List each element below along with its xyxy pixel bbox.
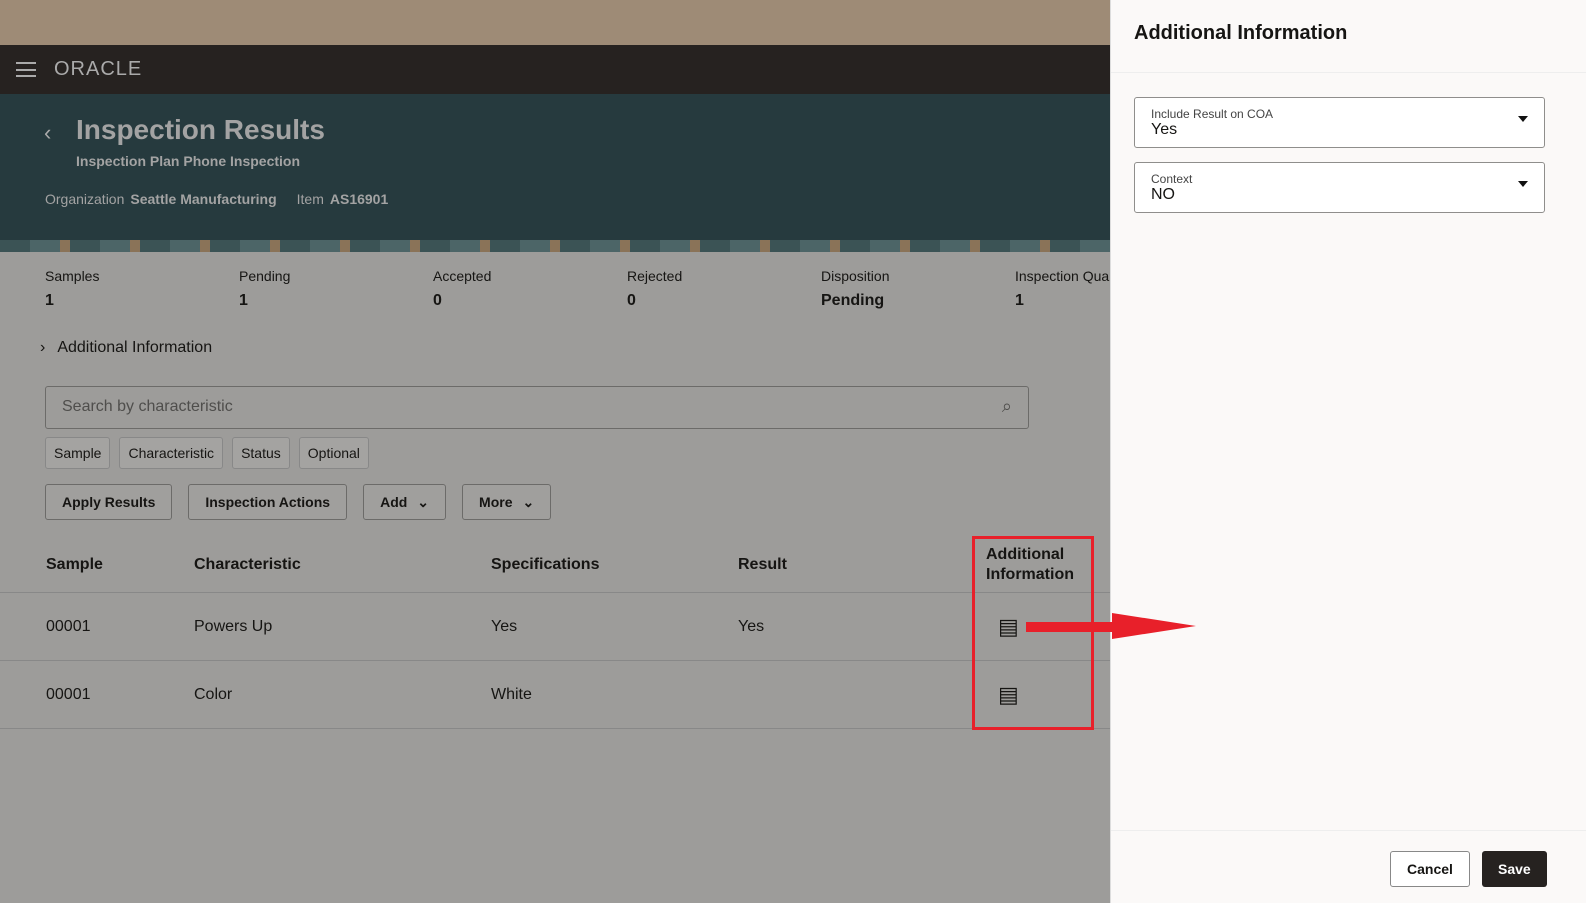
dropdown-caret-icon — [1518, 181, 1528, 192]
item-label: Item — [296, 191, 324, 207]
decorative-strip — [0, 240, 1110, 252]
org-label: Organization — [45, 191, 125, 207]
dropdown-caret-icon — [1518, 116, 1528, 127]
results-table: Sample Characteristic Specifications Res… — [0, 538, 1110, 729]
top-bar: ORACLE — [0, 45, 1110, 94]
include-result-on-coa-select[interactable]: Include Result on COA Yes — [1134, 97, 1545, 148]
col-result: Result — [738, 556, 787, 573]
hamburger-menu-icon[interactable] — [16, 62, 36, 77]
drawer-title: Additional Information — [1111, 0, 1586, 73]
table-header: Sample Characteristic Specifications Res… — [0, 538, 1110, 593]
cancel-button[interactable]: Cancel — [1390, 851, 1470, 887]
stat-pending: Pending 1 — [239, 268, 291, 309]
col-specifications: Specifications — [491, 556, 600, 573]
filter-characteristic[interactable]: Characteristic — [119, 437, 224, 469]
item-value: AS16901 — [329, 191, 389, 207]
filter-chips: Sample Characteristic Status Optional — [45, 437, 369, 469]
chevron-down-icon: ⌄ — [522, 493, 535, 510]
filter-sample[interactable]: Sample — [45, 437, 111, 469]
page-header: ‹ Inspection Results Inspection Plan Pho… — [0, 94, 1110, 252]
search-input[interactable]: Search by characteristic ⌕ — [45, 386, 1029, 429]
search-icon[interactable]: ⌕ — [1002, 396, 1012, 417]
chevron-down-icon: ⌄ — [417, 493, 430, 510]
filter-optional[interactable]: Optional — [298, 437, 369, 469]
stats: Samples 1 Pending 1 Accepted 0 Rejected 0 Di… — [45, 268, 1111, 310]
col-characteristic: Characteristic — [194, 556, 301, 573]
drawer-footer: Cancel Save — [1111, 830, 1586, 903]
filter-status[interactable]: Status — [232, 437, 290, 469]
back-icon[interactable]: ‹ — [44, 120, 51, 146]
inspection-actions-button[interactable]: Inspection Actions — [188, 484, 348, 520]
stat-samples: Samples 1 — [45, 268, 100, 309]
stat-rejected: Rejected 0 — [627, 268, 683, 309]
oracle-logo: ORACLE — [54, 58, 143, 80]
context-select[interactable]: Context NO — [1134, 162, 1545, 213]
banner — [0, 0, 1110, 45]
add-button[interactable]: Add ⌄ — [363, 484, 447, 520]
org-value: Seattle Manufacturing — [130, 191, 277, 207]
stat-disposition: Disposition Pending — [821, 268, 890, 309]
toolbar: Apply Results Inspection Actions Add ⌄ Mo… — [45, 484, 552, 520]
col-sample: Sample — [46, 556, 103, 573]
apply-results-button[interactable]: Apply Results — [45, 484, 173, 520]
stat-accepted: Accepted 0 — [433, 268, 492, 309]
more-button[interactable]: More ⌄ — [462, 484, 552, 520]
header-meta: Organization Seattle Manufacturing Item AS1… — [45, 191, 408, 207]
chevron-right-icon: › — [40, 339, 46, 356]
red-arrow-annotation — [1026, 613, 1196, 639]
table-row[interactable]: 00001 Color White ▤ — [0, 661, 1110, 729]
stat-inspection-quantity: Inspection Qua 1 — [1015, 268, 1110, 309]
table-row[interactable]: 00001 Powers Up Yes Yes ▤ — [0, 593, 1110, 661]
additional-info-drawer: Additional Information Include Result on… — [1110, 0, 1586, 903]
page-title: Inspection Results — [76, 114, 325, 145]
additional-info-toggle[interactable]: › Additional Information — [40, 339, 212, 357]
save-button[interactable]: Save — [1482, 851, 1547, 887]
page-subtitle: Inspection Plan Phone Inspection — [76, 153, 301, 169]
